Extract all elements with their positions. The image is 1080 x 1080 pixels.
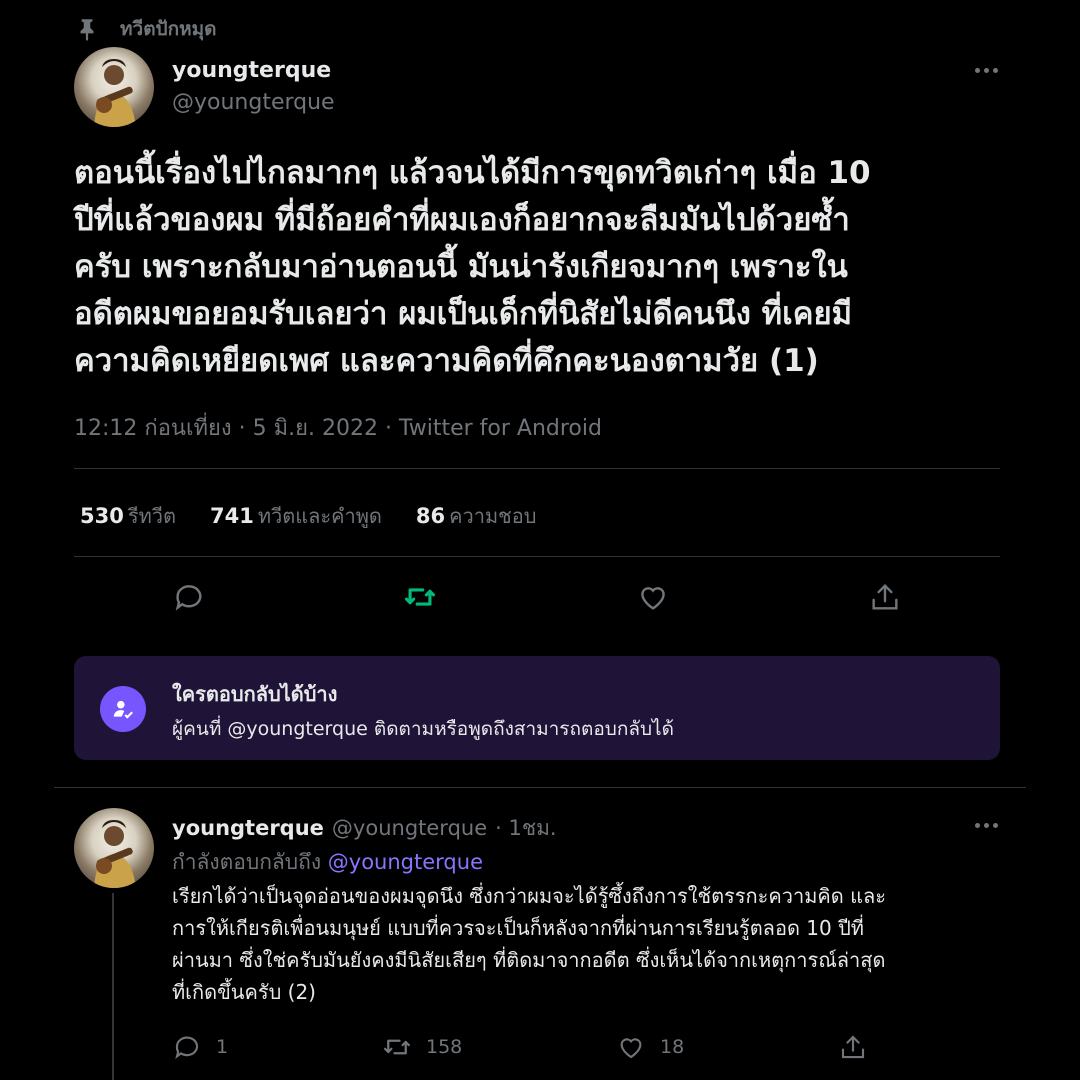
retweets-count: 530 — [80, 504, 124, 528]
retweet-icon[interactable] — [382, 1032, 412, 1062]
thread-line — [112, 893, 114, 1080]
reply-retweet-action[interactable]: 158 — [382, 1032, 462, 1062]
who-can-reply-notice: ใครตอบกลับได้บ้าง ผู้คนที่ @youngterque … — [74, 656, 1000, 760]
like-icon[interactable] — [636, 580, 670, 614]
avatar[interactable] — [74, 47, 154, 127]
tweet-text-line: อดีตผมขอยอมรับเลยว่า ผมเป็นเด็กที่นิสัยไ… — [74, 296, 853, 332]
reply-count: 1 — [216, 1036, 229, 1058]
share-icon[interactable] — [868, 580, 902, 614]
reply-text: เรียกได้ว่าเป็นจุดอ่อนของผมจุดนึง ซึ่งกว… — [172, 880, 1002, 1008]
tweet-text-line: ตอนนี้เรื่องไปไกลมากๆ แล้วจนได้มีการขุดท… — [74, 155, 871, 191]
tweet-text: ตอนนี้เรื่องไปไกลมากๆ แล้วจนได้มีการขุดท… — [74, 150, 1004, 385]
reply-text-line: เรียกได้ว่าเป็นจุดอ่อนของผมจุดนึง ซึ่งกว… — [172, 884, 887, 908]
reply-handle[interactable]: @youngterque — [332, 816, 487, 840]
likes-count: 86 — [415, 504, 446, 528]
reply-text-line: การให้เกียรติเพื่อนมนุษย์ แบบที่ควรจะเป็… — [172, 916, 864, 940]
reply-more-options-icon[interactable] — [966, 815, 1006, 835]
reply-avatar[interactable] — [74, 808, 154, 888]
tweet-text-line: ความคิดเหยียดเพศ และความคิดที่คึกคะนองตา… — [74, 343, 819, 379]
like-count: 18 — [660, 1036, 685, 1058]
reply-reply-action[interactable]: 1 — [172, 1032, 228, 1062]
reply-share-action[interactable] — [838, 1032, 868, 1062]
reply-icon[interactable] — [172, 580, 206, 614]
notice-description: ผู้คนที่ @youngterque ติดตามหรือพูดถึงสา… — [172, 718, 674, 740]
author-display-name[interactable]: youngterque — [172, 58, 331, 83]
reply-like-action[interactable]: 18 — [616, 1032, 684, 1062]
reply-time[interactable]: · 1ชม. — [495, 812, 556, 845]
tweet-meta[interactable]: 12:12 ก่อนเที่ยง · 5 มิ.ย. 2022 · Twitte… — [74, 410, 602, 445]
tweet-stats: 530 รีทวีต 741 ทวีตและคำพูด 86 ความชอบ — [80, 500, 536, 532]
pin-icon — [80, 19, 94, 41]
notice-title: ใครตอบกลับได้บ้าง — [172, 682, 338, 706]
tweet-text-line: ปีที่แล้วของผม ที่มีถ้อยคำที่ผมเองก็อยาก… — [74, 202, 850, 238]
person-check-icon — [100, 686, 146, 732]
replying-to-link[interactable]: @youngterque — [328, 850, 483, 874]
likes-stat[interactable]: 86 ความชอบ — [416, 500, 537, 532]
replying-prefix: กำลังตอบกลับถึง — [172, 850, 322, 874]
divider — [54, 787, 1026, 788]
divider — [74, 556, 1000, 557]
quotes-stat[interactable]: 741 ทวีตและคำพูด — [210, 500, 382, 532]
reply-header: youngterque @youngterque · 1ชม. — [172, 812, 557, 845]
pinned-indicator: ทวีตปักหมุด — [74, 14, 216, 44]
quotes-count: 741 — [210, 504, 254, 528]
quotes-label: ทวีตและคำพูด — [257, 504, 382, 528]
divider — [74, 468, 1000, 469]
author-handle[interactable]: @youngterque — [172, 90, 335, 115]
retweets-stat[interactable]: 530 รีทวีต — [80, 500, 176, 532]
more-options-icon[interactable] — [966, 60, 1006, 80]
retweet-icon[interactable] — [403, 580, 437, 614]
pinned-label: ทวีตปักหมุด — [120, 18, 217, 40]
reply-display-name[interactable]: youngterque — [172, 816, 324, 840]
replying-to: กำลังตอบกลับถึง @youngterque — [172, 846, 483, 879]
reply-icon[interactable] — [172, 1032, 202, 1062]
retweet-count: 158 — [426, 1036, 463, 1058]
share-icon[interactable] — [838, 1032, 868, 1062]
retweets-label: รีทวีต — [127, 504, 176, 528]
like-icon[interactable] — [616, 1032, 646, 1062]
reply-text-line: ที่เกิดขึ้นครับ (2) — [172, 980, 316, 1004]
likes-label: ความชอบ — [449, 504, 537, 528]
tweet-text-line: ครับ เพราะกลับมาอ่านตอนนี้ มันน่ารังเกีย… — [74, 249, 848, 285]
reply-text-line: ผ่านมา ซึ่งใช่ครับมันยังคงมีนิสัยเสียๆ ท… — [172, 948, 886, 972]
